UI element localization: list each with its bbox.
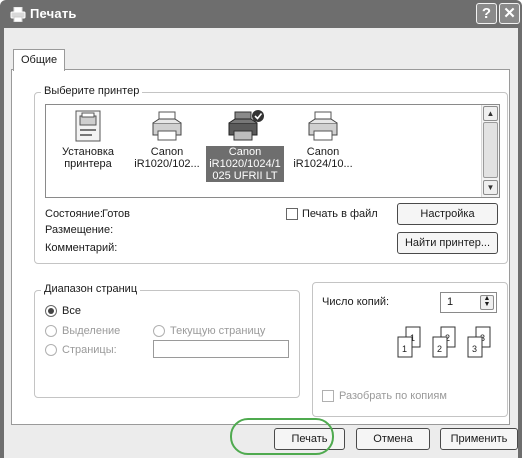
find-printer-button[interactable]: Найти принтер... [397,232,498,254]
scroll-up-button[interactable]: ▲ [483,106,498,121]
printer-label: Установка принтера [62,146,114,170]
range-all-radio[interactable] [45,305,57,317]
copies-label: Число копий: [322,296,390,308]
print-to-file-label[interactable]: Печать в файл [302,208,378,221]
select-printer-legend: Выберите принтер [41,85,143,98]
printer-list[interactable]: Установка принтера Canon iR1020/102... C… [45,104,500,198]
printer-icon [10,7,26,22]
printer-item-add[interactable]: Установка принтера [49,109,127,170]
copies-value[interactable]: 1 [447,296,453,308]
scroll-down-button[interactable]: ▼ [483,180,498,195]
range-current-page-label[interactable]: Текущую страницу [170,325,265,338]
printer-item-canon-selected[interactable]: Canon iR1020/1024/1 025 UFRII LT [206,109,284,182]
collate-checkbox[interactable] [322,390,334,402]
close-button[interactable]: ✕ [499,3,520,24]
printer-item-canon-1[interactable]: Canon iR1020/102... [128,109,206,170]
window-title: Печать [30,6,77,21]
printer-label: Canon iR1020/102... [134,146,200,170]
printer-icon [308,111,338,141]
collate-page-number: 3 [472,344,477,354]
help-button[interactable]: ? [476,3,497,24]
tab-general[interactable]: Общие [13,49,66,71]
comment-label: Комментарий: [45,242,118,254]
collate-pages-icon: 1 1 2 2 3 3 [397,326,491,358]
printer-label: Canon iR1024/10... [293,146,353,170]
location-label: Размещение: [45,224,114,236]
printer-icon [152,111,182,141]
range-current-page-radio[interactable] [153,325,165,337]
range-pages-radio[interactable] [45,344,57,356]
cancel-button[interactable]: Отмена [356,428,430,450]
default-printer-icon [228,110,264,141]
page-range-legend: Диапазон страниц [41,283,141,296]
apply-button[interactable]: Применить [440,428,518,450]
spinner-arrows-icon[interactable]: ▲ ▼ [480,295,494,310]
collate-page-number: 1 [402,344,407,354]
collate-label[interactable]: Разобрать по копиям [339,390,447,403]
status-label: Состояние: [45,208,103,220]
range-selection-radio[interactable] [45,325,57,337]
print-button-highlight-ring [230,418,334,455]
range-selection-label[interactable]: Выделение [62,325,120,338]
scroll-thumb[interactable] [483,122,498,178]
status-value: Готов [102,208,130,220]
range-pages-label[interactable]: Страницы: [62,344,117,357]
title-bar: Печать ? ✕ [0,0,522,28]
printer-item-canon-2[interactable]: Canon iR1024/10... [284,109,362,170]
printer-label: Canon iR1020/1024/1 025 UFRII LT [206,146,284,182]
pages-input[interactable] [153,340,289,358]
add-printer-icon [75,110,101,142]
settings-button[interactable]: Настройка [397,203,498,225]
print-to-file-checkbox[interactable] [286,208,298,220]
collate-page-number: 2 [437,344,442,354]
copies-spinner[interactable]: 1 ▲ ▼ [440,292,497,313]
range-all-label[interactable]: Все [62,305,81,318]
printer-list-scrollbar[interactable]: ▲ ▼ [481,105,499,197]
